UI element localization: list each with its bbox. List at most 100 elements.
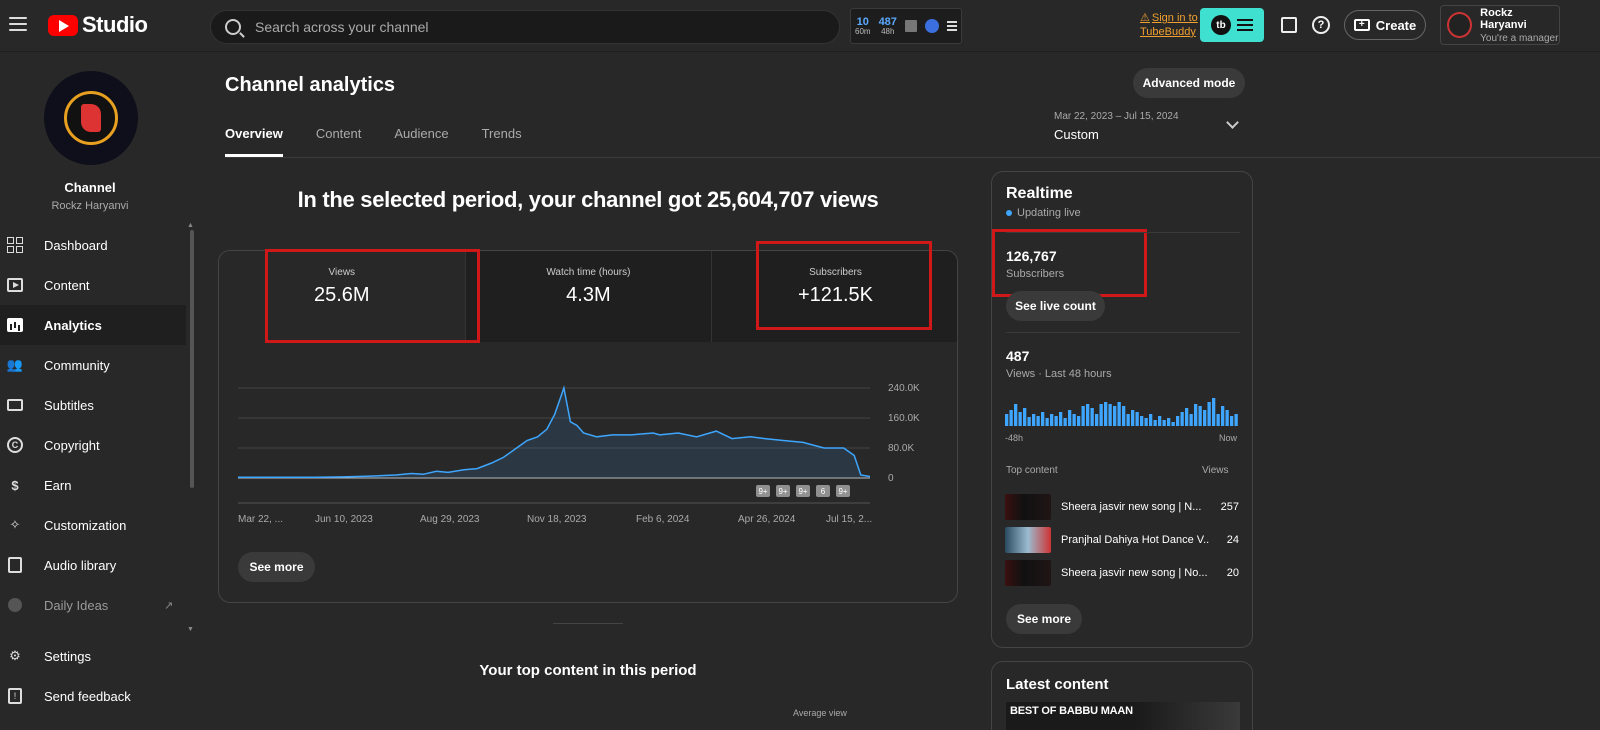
x-tick-label: Mar 22, ... [238, 514, 283, 525]
x-tick-label: Feb 6, 2024 [636, 514, 690, 525]
extension-stats-widget[interactable]: 10 60m 487 48h [850, 8, 962, 44]
tubebuddy-sign-in-link[interactable]: ⚠ Sign in to TubeBuddy [1140, 12, 1198, 40]
sidebar-scrollbar[interactable] [190, 230, 194, 488]
latest-video-thumbnail[interactable]: BEST OF BABBU MAAN [1006, 702, 1240, 730]
realtime-views-value: 487 [1006, 348, 1030, 364]
see-more-button[interactable]: See more [238, 552, 315, 582]
sidebar-item-subtitles[interactable]: Subtitles [0, 385, 186, 425]
video-views: 20 [1226, 567, 1239, 579]
metric-label: Watch time (hours) [546, 267, 631, 278]
sidebar-item-daily-ideas[interactable]: Daily Ideas ↗ [0, 585, 186, 625]
realtime-bar [1122, 406, 1126, 426]
account-role: You're a manager [1480, 32, 1559, 44]
realtime-divider [1006, 232, 1240, 233]
realtime-subscribers-value: 126,767 [1006, 248, 1057, 264]
realtime-bar [1198, 406, 1202, 426]
realtime-bar [1194, 404, 1198, 426]
analytics-icon [6, 316, 24, 334]
realtime-title: Realtime [1006, 185, 1073, 202]
top-views-label: Views [1202, 465, 1229, 476]
list-item[interactable]: Pranjhal Dahiya Hot Dance V... 24 [1005, 527, 1239, 553]
sidebar-item-copyright[interactable]: C Copyright [0, 425, 186, 465]
x-tick-label: Jul 15, 2... [826, 514, 872, 525]
sidebar-item-analytics[interactable]: Analytics [0, 305, 186, 345]
metric-watch-time[interactable]: Watch time (hours) 4.3M [465, 251, 713, 342]
bar-chart-icon[interactable] [904, 20, 917, 32]
channel-avatar[interactable] [44, 71, 138, 165]
sidebar-item-send-feedback[interactable]: ! Send feedback [0, 676, 186, 716]
content-icon [6, 276, 24, 294]
metric-value: 4.3M [566, 284, 611, 306]
latest-content-title: Latest content [1006, 676, 1109, 693]
account-switcher[interactable]: Rockz Haryanvi You're a manager [1440, 5, 1560, 45]
help-icon[interactable]: ? [1310, 14, 1332, 36]
see-live-count-button[interactable]: See live count [1006, 291, 1105, 321]
sidebar-item-label: Community [44, 357, 110, 373]
sidebar-item-content[interactable]: Content [0, 265, 186, 305]
average-view-header: Average view [793, 708, 847, 718]
tubebuddy-line1: Sign in to [1151, 12, 1198, 24]
annotation-marker: 9+ [836, 485, 850, 497]
realtime-bar [1063, 418, 1067, 426]
annotation-marker: 6 [816, 485, 830, 497]
realtime-bar-chart[interactable] [1005, 396, 1239, 426]
list-item[interactable]: Sheera jasvir new song | No... 20 [1005, 560, 1239, 586]
hamburger-menu-icon[interactable] [6, 12, 30, 36]
youtube-studio-logo[interactable]: Studio [48, 12, 148, 38]
create-button[interactable]: + Create [1344, 10, 1426, 40]
sidebar-item-label: Customization [44, 517, 127, 533]
marker-label: 6 [821, 487, 826, 496]
views-line-chart[interactable]: 240.0K 160.0K 80.0K 0 9+ 9+ 9+ 6 9+ Mar 22, ... Ju… [238, 380, 938, 530]
extension-menu-icon[interactable] [946, 21, 957, 31]
feedback-icon[interactable] [1278, 14, 1300, 36]
scroll-down-arrow-icon[interactable]: ▼ [187, 626, 194, 633]
advanced-mode-button[interactable]: Advanced mode [1133, 68, 1245, 98]
video-views: 257 [1220, 501, 1239, 513]
realtime-bar [1014, 404, 1018, 426]
tab-trends[interactable]: Trends [482, 126, 522, 157]
realtime-bar [1009, 410, 1013, 426]
list-item[interactable]: Sheera jasvir new song | N... 257 [1005, 494, 1239, 520]
realtime-bar [1036, 416, 1040, 426]
search-icon[interactable] [225, 19, 241, 35]
sidebar-item-audio-library[interactable]: Audio library [0, 545, 186, 585]
menu-lines-icon [1237, 19, 1253, 31]
video-title: Sheera jasvir new song | N... [1061, 501, 1202, 513]
chevron-down-icon[interactable] [1226, 116, 1239, 129]
annotation-marker: 9+ [756, 485, 770, 497]
video-thumbnail [1005, 494, 1051, 520]
tab-overview[interactable]: Overview [225, 126, 283, 157]
scroll-up-arrow-icon[interactable]: ▲ [187, 222, 194, 229]
extension-logo-icon[interactable] [924, 19, 939, 33]
tubebuddy-line2: TubeBuddy [1140, 25, 1196, 38]
tab-audience[interactable]: Audience [394, 126, 448, 157]
highlight-box-views [265, 249, 480, 343]
latest-content-card[interactable]: Latest content BEST OF BABBU MAAN [991, 661, 1253, 730]
sidebar-item-label: Send feedback [44, 688, 131, 704]
sidebar-item-community[interactable]: 👥 Community [0, 345, 186, 385]
realtime-bar [1131, 410, 1135, 426]
realtime-bar [1095, 414, 1099, 426]
realtime-bar [1221, 406, 1225, 426]
realtime-see-more-button[interactable]: See more [1006, 604, 1082, 634]
date-range-text[interactable]: Mar 22, 2023 – Jul 15, 2024 [1054, 111, 1179, 122]
highlight-box-subscribers [756, 241, 932, 330]
subtitles-icon [6, 396, 24, 414]
tab-content[interactable]: Content [316, 126, 362, 157]
sidebar: Channel Rockz Haryanvi Dashboard Content… [0, 52, 198, 730]
series-area [238, 388, 870, 478]
marker-label: 9+ [778, 487, 787, 496]
search-bar[interactable] [210, 10, 840, 44]
sidebar-item-customization[interactable]: ✧ Customization [0, 505, 186, 545]
tubebuddy-menu-button[interactable]: tb [1200, 8, 1264, 42]
sidebar-item-dashboard[interactable]: Dashboard [0, 225, 186, 265]
date-preset[interactable]: Custom [1054, 127, 1099, 142]
video-views: 24 [1226, 534, 1239, 546]
search-input[interactable] [255, 19, 795, 35]
sidebar-item-label: Audio library [44, 557, 117, 573]
logo-text: Studio [82, 12, 148, 37]
sidebar-item-settings[interactable]: ⚙ Settings [0, 636, 186, 676]
dollar-icon: $ [11, 477, 19, 493]
sidebar-item-earn[interactable]: $ Earn [0, 465, 186, 505]
create-video-icon: + [1353, 19, 1370, 31]
